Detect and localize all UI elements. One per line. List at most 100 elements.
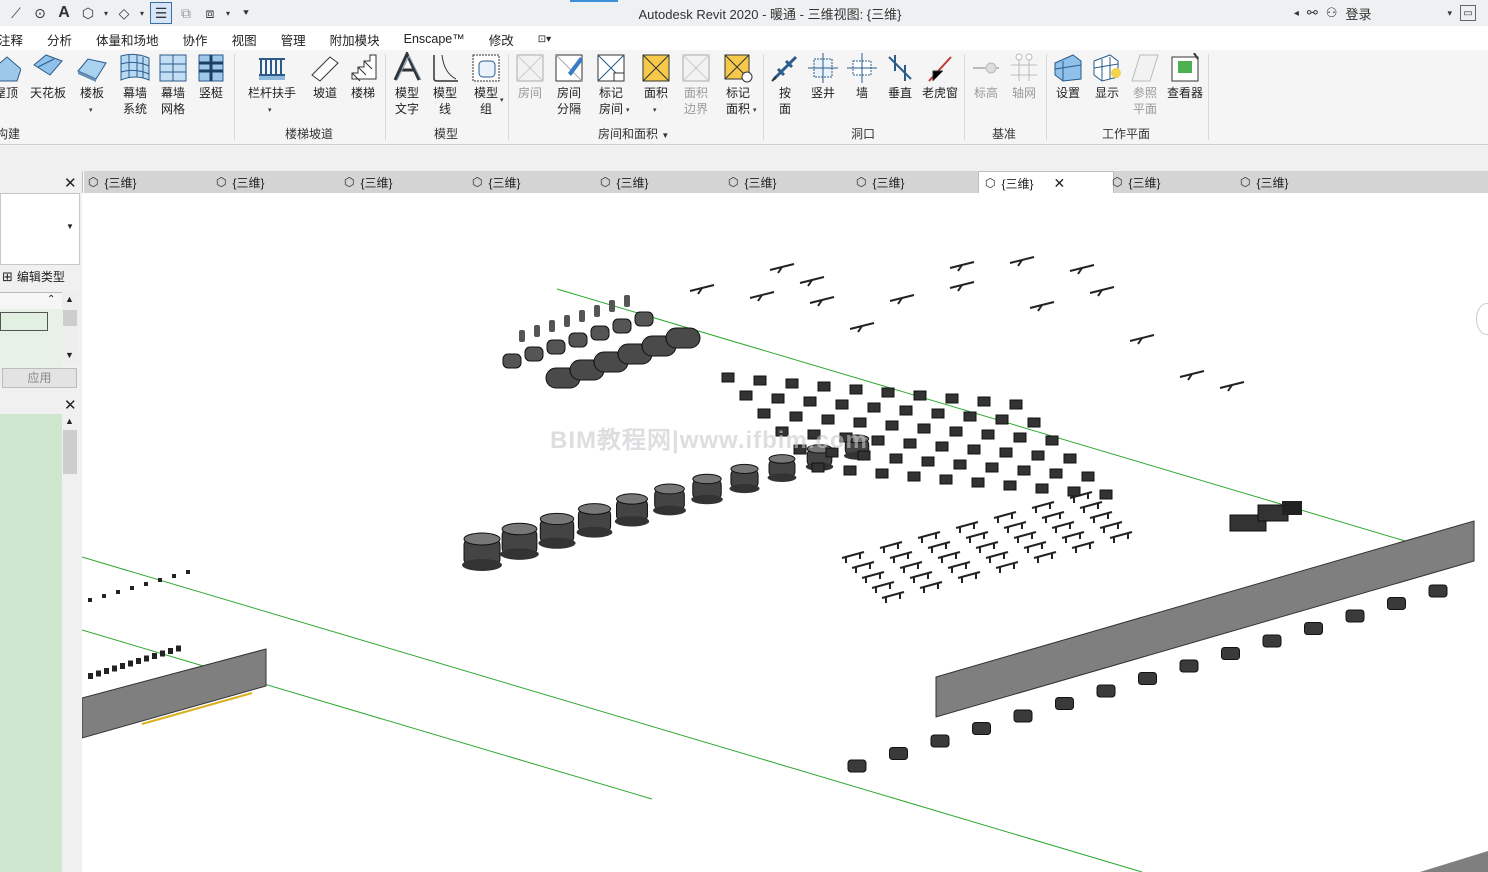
view-tab-label: {三维}: [1256, 175, 1289, 190]
ref-plane-button[interactable]: 参照 平面: [1123, 52, 1167, 117]
apply-button[interactable]: 应用: [2, 368, 77, 388]
vertical-label: 垂直: [887, 86, 912, 100]
view-tab[interactable]: ⬡ {三维}: [728, 171, 777, 193]
view-tab[interactable]: ⬡ {三维}: [344, 171, 393, 193]
room-separator-button[interactable]: 房间 分隔: [547, 52, 591, 117]
view-tab-label: {三维}: [744, 175, 777, 190]
model-text-icon: [391, 52, 423, 84]
user-icon[interactable]: ⚇: [1326, 5, 1338, 21]
3d-view-icon: ⬡: [1112, 175, 1123, 189]
viewer-label: 查看器: [1166, 86, 1203, 100]
room-button[interactable]: 房间: [508, 52, 552, 101]
stair-button[interactable]: 楼梯: [341, 52, 385, 101]
properties-scrollbar[interactable]: ▲ ▼: [62, 292, 78, 364]
tag-area-dropdown-icon[interactable]: ▾: [753, 106, 757, 114]
binoculars-icon[interactable]: ⚯: [1307, 5, 1318, 21]
login-link[interactable]: 登录: [1345, 4, 1371, 23]
room-icon: [514, 52, 546, 84]
model-group-label: 模型 组: [473, 86, 498, 116]
grid-button[interactable]: 轴网: [1002, 52, 1046, 101]
close-icon[interactable]: ✕: [64, 174, 77, 192]
model-line-icon: [429, 52, 461, 84]
view-tab-label: {三维}: [488, 175, 521, 190]
area-dropdown-icon[interactable]: ▾: [653, 106, 657, 114]
3d-view-icon: ⬡: [600, 175, 611, 189]
railing-button[interactable]: 栏杆扶手: [248, 52, 296, 101]
view-tab[interactable]: ⬡ {三维}: [216, 171, 265, 193]
view-tab[interactable]: ⬡ {三维}: [88, 171, 137, 193]
tab-collaborate[interactable]: 协作: [171, 30, 220, 49]
railing-dropdown-icon[interactable]: ▾: [268, 106, 272, 114]
mullion-button[interactable]: 竖梃: [189, 52, 233, 101]
shaft-icon: [807, 52, 839, 84]
tab-view[interactable]: 视图: [220, 30, 269, 49]
panel-room-area-label[interactable]: 房间和面积 ▼: [598, 125, 669, 142]
panel-dropdown-icon[interactable]: ▼: [661, 131, 669, 140]
by-face-label: 按 面: [778, 86, 791, 116]
floor-button[interactable]: 楼板: [70, 52, 114, 101]
chevron-down-icon[interactable]: ▼: [66, 222, 74, 231]
curtain-system-label: 幕墙 系统: [122, 86, 147, 116]
roof-icon: [0, 52, 22, 84]
3d-view-icon: ⬡: [728, 175, 739, 189]
3d-view-icon: ⬡: [344, 175, 355, 189]
tag-area-icon: [722, 52, 754, 84]
ribbon-minimize-icon[interactable]: ⊡▾: [526, 34, 563, 45]
area-boundary-label: 面积 边界: [683, 86, 708, 116]
dormer-button[interactable]: 老虎窗: [918, 52, 962, 101]
view-tab-label: {三维}: [232, 175, 265, 190]
area-boundary-button[interactable]: 面积 边界: [674, 52, 718, 117]
tab-manage[interactable]: 管理: [269, 30, 318, 49]
ceiling-button[interactable]: 天花板: [26, 52, 70, 101]
view-tab[interactable]: ⬡ {三维}: [472, 171, 521, 193]
tab-add-ins[interactable]: 附加模块: [318, 30, 392, 49]
scroll-up-icon[interactable]: ▲: [65, 294, 74, 304]
edit-type-button[interactable]: ⊞ 编辑类型: [2, 268, 65, 285]
3d-view-icon: ⬡: [216, 175, 227, 189]
view-tab-label: {三维}: [1001, 176, 1034, 191]
project-browser-scrollbar[interactable]: ▲: [62, 414, 78, 872]
curtain-grid-icon: [157, 52, 189, 84]
tab-analyze[interactable]: 分析: [35, 30, 84, 49]
collapse-icon[interactable]: ⌃: [47, 294, 55, 305]
vertical-button[interactable]: 垂直: [878, 52, 922, 101]
shaft-button[interactable]: 竖井: [801, 52, 845, 101]
dormer-icon: [924, 52, 956, 84]
project-browser[interactable]: [0, 414, 62, 872]
help-icon[interactable]: ▭: [1460, 5, 1476, 21]
view-tab[interactable]: ⬡ {三维}: [1112, 171, 1161, 193]
scroll-thumb[interactable]: [63, 310, 77, 326]
model-group-button[interactable]: 模型 组: [464, 52, 508, 117]
set-workplane-icon: [1052, 52, 1084, 84]
stair-icon: [347, 52, 379, 84]
close-icon[interactable]: ✕: [64, 396, 77, 414]
view-tab[interactable]: ⬡ {三维}: [1240, 171, 1289, 193]
level-label: 标高: [973, 86, 998, 100]
grid-icon: [1008, 52, 1040, 84]
tag-room-dropdown-icon[interactable]: ▾: [626, 106, 630, 114]
property-value-field[interactable]: [0, 312, 48, 331]
tab-enscape[interactable]: Enscape™: [392, 32, 477, 46]
chevron-left-icon[interactable]: ◂: [1294, 8, 1299, 19]
set-button[interactable]: 设置: [1046, 52, 1090, 101]
viewer-button[interactable]: 查看器: [1163, 52, 1207, 101]
3d-viewport[interactable]: BIM教程网|www.ifbim.com: [82, 193, 1488, 872]
scroll-down-icon[interactable]: ▼: [65, 350, 74, 360]
model-line-button[interactable]: 模型 线: [423, 52, 467, 117]
model-group-dropdown-icon[interactable]: ▾: [500, 96, 504, 104]
tab-massing-site[interactable]: 体量和场地: [84, 30, 171, 49]
3d-view-icon: ⬡: [856, 175, 867, 189]
area-button[interactable]: 面积: [634, 52, 678, 101]
tab-modify[interactable]: 修改: [477, 30, 526, 49]
dropdown-arrow-icon[interactable]: ▾: [1447, 8, 1452, 19]
view-tab[interactable]: ⬡ {三维}: [856, 171, 905, 193]
roof-button[interactable]: 屋顶: [0, 52, 28, 101]
close-tab-icon[interactable]: ✕: [1054, 175, 1066, 192]
tab-annotate[interactable]: 注释: [0, 30, 35, 49]
scroll-thumb[interactable]: [63, 430, 77, 474]
scroll-up-icon[interactable]: ▲: [65, 416, 74, 426]
floor-dropdown-icon[interactable]: ▾: [89, 106, 93, 114]
view-tab[interactable]: ⬡ {三维}: [600, 171, 649, 193]
view-tab-active[interactable]: ⬡ {三维} ✕: [978, 171, 1114, 194]
watermark-text: BIM教程网|www.ifbim.com: [550, 427, 868, 454]
